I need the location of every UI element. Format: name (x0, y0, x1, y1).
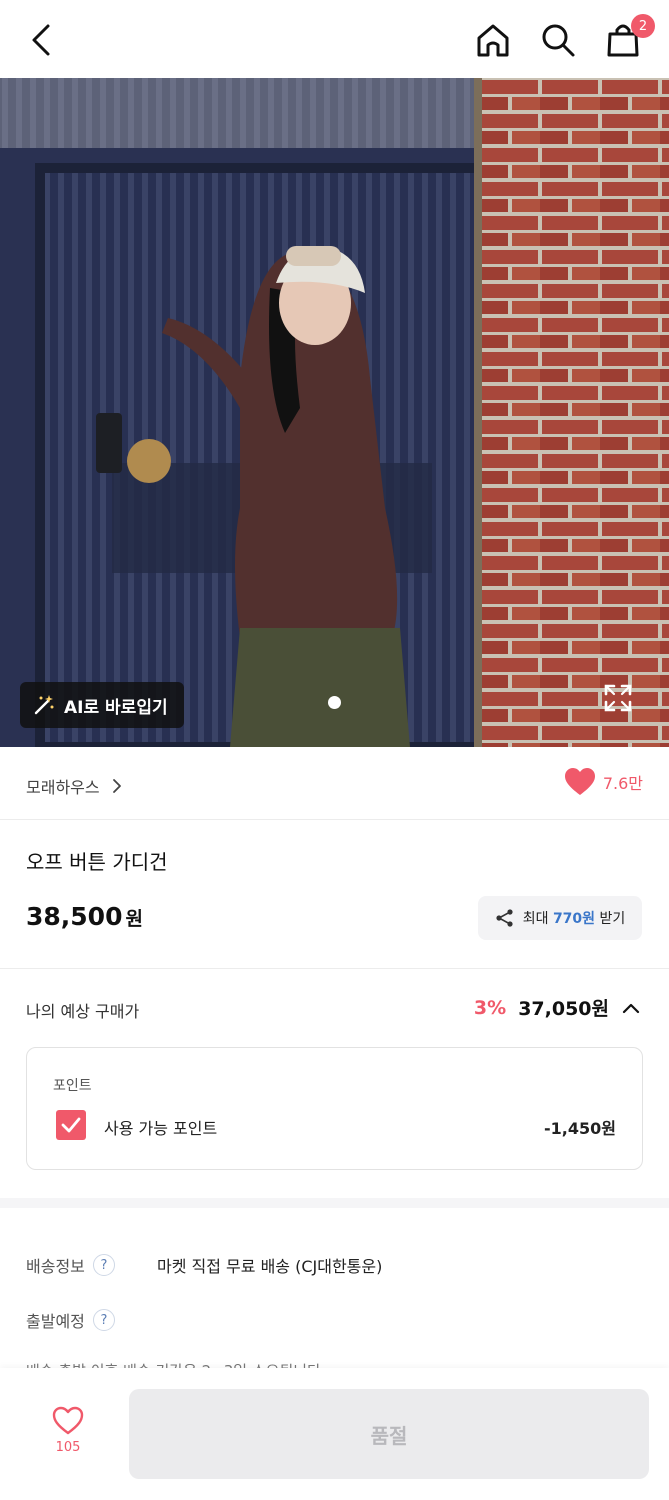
search-icon (542, 24, 575, 57)
bottom-action-bar: 105 품절 (0, 1368, 669, 1500)
expected-price-label: 나의 예상 구매가 (26, 1002, 140, 1021)
section-separator (0, 1198, 669, 1208)
sold-out-button[interactable]: 품절 (129, 1389, 649, 1479)
fullscreen-icon (604, 684, 632, 712)
shipping-info-label: 배송정보 ? (26, 1253, 115, 1277)
product-price: 38,500 원 (26, 902, 143, 931)
product-image[interactable]: AI로 바로입기 (0, 78, 669, 747)
cart-count-badge: 2 (631, 14, 655, 38)
price-amount: 38,500 (26, 902, 123, 931)
brand-like-count: 7.6만 (602, 774, 643, 793)
brand-row: 모래하우스 7.6만 (0, 748, 669, 820)
share-amount: 770원 (552, 911, 596, 927)
shipping-info-text: 배송정보 (26, 1257, 85, 1276)
chevron-right-icon (112, 779, 121, 793)
share-icon (496, 909, 513, 927)
price-unit: 원 (125, 908, 143, 930)
checkmark-icon (61, 1117, 81, 1133)
magic-wand-icon (34, 695, 54, 715)
brand-like-button[interactable]: 7.6만 (564, 768, 643, 796)
back-button[interactable] (18, 17, 64, 63)
heart-filled-icon (564, 768, 595, 795)
home-icon (477, 24, 509, 57)
product-photo (0, 78, 669, 747)
wishlist-button[interactable]: 105 (40, 1406, 96, 1455)
heart-outline-icon (52, 1406, 84, 1435)
brand-name: 모래하우스 (26, 778, 100, 797)
expected-price-toggle[interactable]: 3% 37,050원 (474, 994, 641, 1021)
help-icon[interactable]: ? (92, 1309, 115, 1331)
shipping-info-value: 마켓 직접 무료 배송 (CJ대한통운) (157, 1257, 383, 1276)
points-panel: 포인트 사용 가능 포인트 -1,450원 (26, 1047, 643, 1170)
share-suffix: 받기 (595, 911, 626, 927)
ai-try-on-label: AI로 바로입기 (64, 697, 168, 718)
expected-price: 37,050원 (518, 998, 609, 1020)
points-title: 포인트 (53, 1078, 92, 1094)
chevron-left-icon (32, 24, 50, 56)
slide-indicator-dot (328, 696, 341, 709)
discount-percent: 3% (473, 996, 507, 1019)
divider (0, 968, 669, 969)
available-points-label: 사용 가능 포인트 (104, 1119, 218, 1138)
product-title: 오프 버튼 가디건 (26, 850, 168, 874)
share-reward-label: 최대 770원 받기 (523, 908, 626, 928)
chevron-up-icon (622, 1003, 640, 1013)
departure-text: 출발예정 (26, 1312, 85, 1331)
wishlist-count: 105 (55, 1440, 81, 1455)
share-prefix: 최대 (522, 911, 553, 927)
expand-image-button[interactable] (600, 680, 636, 716)
share-reward-button[interactable]: 최대 770원 받기 (478, 896, 642, 940)
ai-try-on-button[interactable]: AI로 바로입기 (20, 682, 184, 728)
home-button[interactable] (470, 17, 516, 63)
search-button[interactable] (535, 17, 581, 63)
top-nav-bar: 2 (0, 0, 669, 78)
use-points-checkbox[interactable] (56, 1110, 86, 1140)
brand-link[interactable]: 모래하우스 (26, 774, 122, 798)
available-points-value: -1,450원 (544, 1119, 616, 1138)
departure-label: 출발예정 ? (26, 1308, 115, 1332)
help-icon[interactable]: ? (92, 1254, 115, 1276)
